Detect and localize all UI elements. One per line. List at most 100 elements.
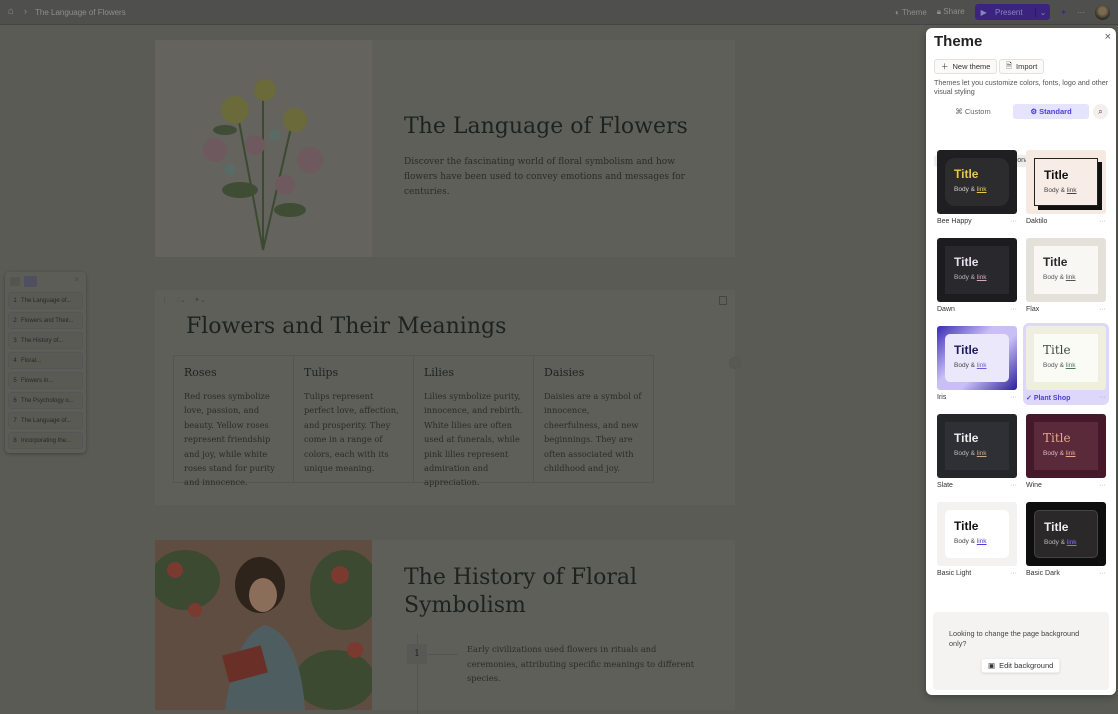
theme-preview[interactable]: Title Body & link [937, 414, 1017, 478]
preview-body: Body & [1043, 362, 1066, 369]
card-intro: The Language of Flowers Discover the fas… [155, 40, 735, 257]
outline-item[interactable]: 6 The Psychology o... [8, 392, 83, 409]
theme-panel: Theme × ＋ New theme 🗎︎ Import Themes let … [926, 28, 1116, 695]
theme-option[interactable]: Title Body & link Dawn ··· [937, 238, 1017, 313]
theme-preview[interactable]: Title Body & link [937, 238, 1017, 302]
chevron-right-icon: › [24, 6, 27, 16]
preview-body: Body & [954, 186, 977, 193]
column-text: Lilies symbolize purity, innocence, and … [424, 391, 523, 488]
theme-preview[interactable]: Title Body & link [937, 326, 1017, 390]
theme-name-label: Daktilo [1026, 218, 1048, 225]
comment-icon[interactable] [729, 357, 741, 369]
outline-item[interactable]: 7 The Language of... [8, 412, 83, 429]
theme-option[interactable]: Title Body & link ✓ Plant Shop ··· [1023, 323, 1109, 405]
outline-item-label: The History of... [21, 337, 64, 344]
theme-preview[interactable]: Title Body & link [1026, 238, 1106, 302]
theme-name-label: Slate [937, 482, 953, 489]
theme-option[interactable]: Title Body & link Basic Light ··· [937, 502, 1017, 577]
theme-preview[interactable]: Title Body & link [1026, 150, 1106, 214]
theme-preview[interactable]: Title Body & link [937, 502, 1017, 566]
outline-item[interactable]: 3 The History of... [8, 332, 83, 349]
column[interactable]: Lilies Lilies symbolize purity, innocenc… [414, 356, 534, 487]
present-button[interactable]: ▶ Present ⌄ [974, 4, 1051, 20]
breadcrumb[interactable]: The Language of Flowers [35, 8, 126, 17]
theme-name: ✓ Plant Shop [1026, 394, 1070, 402]
preview-body: Body & [954, 362, 977, 369]
outline-item[interactable]: 5 Flowers in... [8, 372, 83, 389]
more-options-icon[interactable]: ··· [1010, 394, 1017, 401]
home-icon[interactable]: ⌂ [8, 7, 17, 17]
close-icon[interactable]: × [1105, 31, 1111, 43]
avatar[interactable] [1095, 4, 1110, 20]
theme-option[interactable]: Title Body & link Daktilo ··· [1026, 150, 1106, 225]
theme-name: Slate [937, 482, 953, 489]
card-view-icon[interactable] [10, 277, 20, 286]
search-icon[interactable]: ⌕ [1093, 104, 1108, 119]
theme-option[interactable]: Title Body & link Wine ··· [1026, 414, 1106, 489]
card-title[interactable]: The History of Floral Symbolism [404, 564, 644, 620]
theme-name-label: Plant Shop [1033, 395, 1071, 402]
share-button[interactable]: 🔒︎ Share [937, 7, 965, 17]
outline-item-label: The Language of... [21, 297, 72, 304]
preview-title: Title [1043, 343, 1071, 357]
theme-button[interactable]: ◐ Theme [895, 8, 927, 17]
new-theme-button[interactable]: ＋ New theme [934, 59, 998, 74]
ai-edit-icon[interactable]: ✦⌄ [194, 296, 206, 304]
preview-title: Title [954, 255, 979, 269]
tab-custom[interactable]: ⌘ Custom [938, 104, 1008, 119]
outline-item-number: 8 [13, 437, 17, 444]
more-options-icon[interactable]: ··· [1099, 306, 1106, 313]
column[interactable]: Tulips Tulips represent perfect love, af… [294, 356, 414, 482]
outline-item[interactable]: 1 The Language of... [8, 292, 83, 309]
more-options-icon[interactable]: ··· [1099, 394, 1106, 402]
list-view-icon[interactable] [24, 276, 37, 287]
preview-title: Title [954, 343, 979, 357]
theme-label: Theme [901, 7, 927, 17]
more-options-icon[interactable]: ··· [1010, 218, 1017, 225]
card-body[interactable]: Discover the fascinating world of floral… [404, 155, 694, 200]
more-options-icon[interactable]: ··· [1099, 218, 1106, 225]
theme-preview[interactable]: Title Body & link [937, 150, 1017, 214]
chevron-down-icon[interactable]: ⌄ [1034, 7, 1051, 17]
theme-preview[interactable]: Title Body & link [1026, 326, 1106, 390]
preview-link: link [1065, 450, 1076, 457]
close-icon[interactable]: × [74, 275, 79, 284]
import-button[interactable]: 🗎︎ Import [999, 59, 1045, 74]
preview-title: Title [954, 519, 979, 533]
more-options-icon[interactable]: ··· [1010, 482, 1017, 489]
style-icon[interactable]: ◌⌄ [176, 296, 186, 304]
outline-item[interactable]: 4 Floral... [8, 352, 83, 369]
more-options-icon[interactable]: ··· [1099, 570, 1106, 577]
theme-preview[interactable]: Title Body & link [1026, 502, 1106, 566]
theme-preview[interactable]: Title Body & link [1026, 414, 1106, 478]
theme-name: Flax [1026, 306, 1039, 313]
column-heading: Tulips [304, 366, 339, 379]
outline-item[interactable]: 8 Incorporating the... [8, 432, 83, 449]
outline-item-label: Flowers and Their... [21, 317, 74, 324]
theme-option[interactable]: Title Body & link Basic Dark ··· [1026, 502, 1106, 577]
theme-name-label: Dawn [937, 306, 955, 313]
preview-body: Body & [1044, 539, 1067, 546]
card-title[interactable]: Flowers and Their Meanings [186, 314, 506, 339]
check-icon: ✓ [1026, 395, 1034, 402]
edit-background-button[interactable]: ▣ Edit background [981, 658, 1061, 673]
theme-option[interactable]: Title Body & link Iris ··· [937, 326, 1017, 401]
step-text[interactable]: Early civilizations used flowers in ritu… [467, 642, 702, 686]
card-title[interactable]: The Language of Flowers [404, 114, 688, 139]
more-icon[interactable]: ··· [1077, 8, 1085, 17]
theme-option[interactable]: Title Body & link Flax ··· [1026, 238, 1106, 313]
drag-handle-icon[interactable]: ⋮ [161, 296, 168, 304]
card-layout-icon[interactable] [719, 296, 727, 305]
tab-standard[interactable]: ⚙ Standard [1013, 104, 1089, 119]
more-options-icon[interactable]: ··· [1099, 482, 1106, 489]
outline-item[interactable]: 2 Flowers and Their... [8, 312, 83, 329]
column[interactable]: Daisies Daisies are a symbol of innocenc… [534, 356, 653, 482]
card-history: The History of Floral Symbolism 1 Early … [155, 540, 735, 714]
column[interactable]: Roses Red roses symbolize love, passion,… [174, 356, 294, 487]
sparkle-icon[interactable]: ✦ [1060, 8, 1067, 17]
theme-option[interactable]: Title Body & link Bee Happy ··· [937, 150, 1017, 225]
more-options-icon[interactable]: ··· [1010, 306, 1017, 313]
more-options-icon[interactable]: ··· [1010, 570, 1017, 577]
outline-item-number: 6 [13, 397, 17, 404]
theme-option[interactable]: Title Body & link Slate ··· [937, 414, 1017, 489]
